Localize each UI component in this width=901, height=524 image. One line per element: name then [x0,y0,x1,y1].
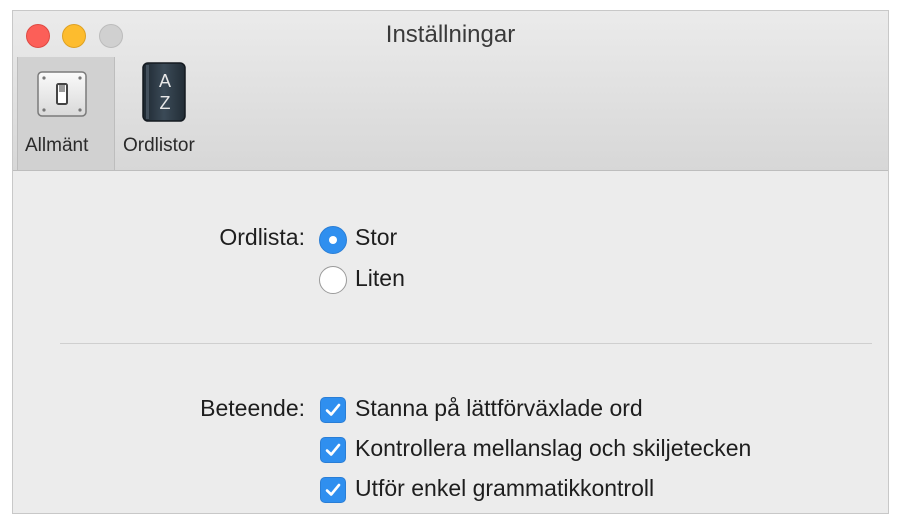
settings-content: Ordlista: Stor Liten Beteende: Stanna på… [13,171,888,513]
behavior-label: Beteende: [200,395,305,421]
titlebar-toolbar: Inställningar Allmänt A Z Ordlistor [13,11,888,171]
radio-large-label[interactable]: Stor [355,224,397,251]
book-letter-top: A [159,71,171,91]
window-title: Inställningar [385,21,516,48]
checkmark-icon [325,483,341,496]
checkbox-check-spacing-punctuation-label[interactable]: Kontrollera mellanslag och skiljetecken [355,435,751,462]
checkmark-icon [325,403,341,416]
checkbox-stop-confusable-words-label[interactable]: Stanna på lättförväxlade ord [355,395,643,422]
checkbox-stop-confusable-words[interactable] [320,397,346,423]
toolbar-item-general[interactable]: Allmänt [17,57,115,170]
book-letter-bottom: Z [160,93,171,113]
preferences-window: Inställningar Allmänt A Z Ordlistor Ordl… [12,10,889,514]
radio-large[interactable] [319,226,347,254]
dictionary-label: Ordlista: [219,224,305,250]
radio-small-label[interactable]: Liten [355,265,405,292]
checkmark-icon [325,443,341,456]
toolbar-item-general-label: Allmänt [25,135,89,156]
dictionary-book-icon: A Z [139,61,189,128]
checkbox-check-spacing-punctuation[interactable] [320,437,346,463]
section-divider [60,343,872,344]
toolbar-item-dictionaries-label: Ordlistor [123,135,195,156]
checkbox-simple-grammar-check[interactable] [320,477,346,503]
toolbar-item-dictionaries[interactable]: A Z Ordlistor [117,57,217,170]
checkbox-simple-grammar-check-label[interactable]: Utför enkel grammatikkontroll [355,475,654,502]
switch-icon [37,71,87,122]
radio-small[interactable] [319,266,347,294]
